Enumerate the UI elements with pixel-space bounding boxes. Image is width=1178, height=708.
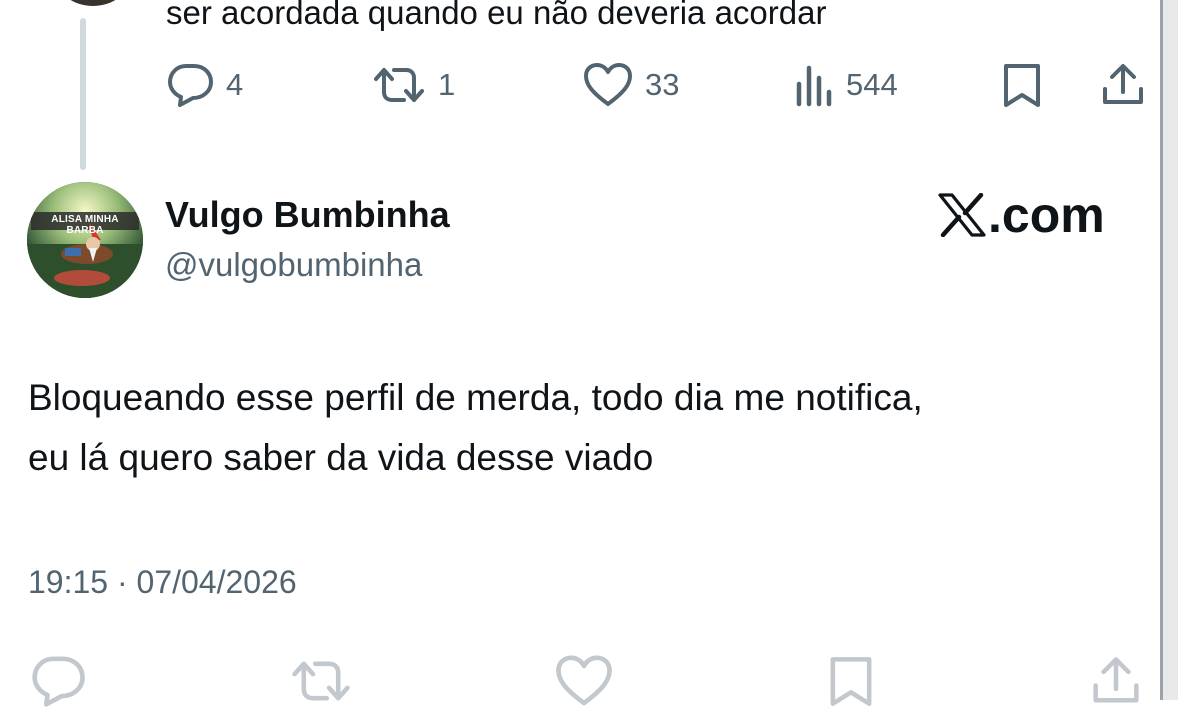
previous-tweet-avatar[interactable] — [48, 0, 138, 6]
previous-tweet-text: ser acordada quando eu não deveria acord… — [166, 0, 827, 31]
tweet-timestamp[interactable]: 19:15 · 07/04/2026 — [28, 564, 297, 601]
views-count: 544 — [846, 67, 898, 102]
tweet-body: Bloqueando esse perfil de merda, todo di… — [28, 368, 1138, 488]
avatar-banner-text: ALISA MINHA BARBA — [51, 214, 119, 236]
retweet-button[interactable]: 1 — [372, 62, 455, 108]
share-button[interactable] — [1100, 62, 1146, 108]
thread-connector-line — [80, 18, 86, 170]
avatar-image — [27, 182, 143, 298]
user-avatar[interactable]: ALISA MINHA BARBA — [27, 182, 143, 298]
retweet-count: 1 — [438, 67, 456, 102]
tweet-body-line-1: Bloqueando esse perfil de merda, todo di… — [28, 377, 923, 418]
reply-icon — [168, 64, 213, 107]
user-handle[interactable]: @vulgobumbinha — [165, 246, 422, 284]
display-name[interactable]: Vulgo Bumbinha — [165, 194, 450, 236]
bookmark-icon — [1004, 64, 1040, 107]
retweet-icon — [374, 68, 424, 102]
like-count: 33 — [645, 67, 680, 102]
x-logo-icon — [938, 193, 986, 237]
views-icon — [796, 65, 832, 107]
views-button[interactable]: 544 — [794, 62, 898, 108]
scrollbar-track[interactable] — [1160, 0, 1178, 700]
share-icon — [1103, 64, 1143, 104]
tweet-body-line-2: eu lá quero saber da vida desse viado — [28, 437, 654, 478]
x-com-brand: .com — [938, 186, 1105, 244]
reply-button[interactable]: 4 — [166, 62, 243, 108]
like-icon — [584, 63, 632, 106]
brand-suffix: .com — [988, 187, 1105, 243]
reply-count: 4 — [226, 67, 244, 102]
like-button[interactable]: 33 — [583, 62, 679, 108]
bookmark-button[interactable] — [1000, 62, 1044, 108]
